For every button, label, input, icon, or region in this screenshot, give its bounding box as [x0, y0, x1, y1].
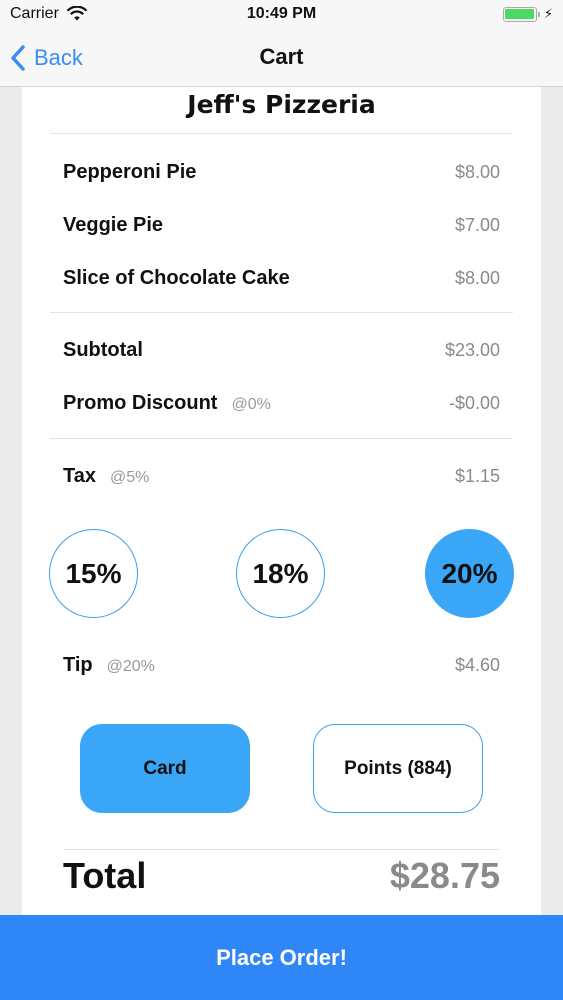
- item-price: $8.00: [454, 161, 500, 182]
- cart-item: Slice of Chocolate Cake $8.00: [63, 263, 500, 293]
- tax-rate: @5%: [109, 468, 150, 486]
- status-bar: Carrier 10:49 PM ⚡: [0, 0, 563, 30]
- tip-option-18[interactable]: 18%: [236, 529, 325, 618]
- total-label: Total: [63, 855, 147, 896]
- cart-item: Pepperoni Pie $8.00: [63, 157, 500, 187]
- divider: [50, 438, 513, 439]
- place-order-button[interactable]: Place Order!: [0, 915, 563, 1000]
- navigation-bar: Back Cart: [0, 30, 563, 87]
- points-payment-button[interactable]: Points (884): [313, 724, 483, 813]
- item-name: Veggie Pie: [63, 213, 164, 236]
- tip-rate: @20%: [106, 657, 155, 675]
- divider: [50, 133, 513, 134]
- total-value: $28.75: [389, 855, 500, 896]
- tax-row: Tax @5% $1.15: [63, 461, 500, 491]
- tip-option-20[interactable]: 20%: [425, 529, 514, 618]
- item-price: $8.00: [454, 267, 500, 288]
- promo-label: Promo Discount: [63, 391, 218, 414]
- subtotal-label: Subtotal: [63, 338, 143, 361]
- subtotal-row: Subtotal $23.00: [63, 335, 500, 365]
- item-price: $7.00: [454, 214, 500, 235]
- restaurant-name: Jeff's Pizzeria: [187, 90, 376, 119]
- promo-rate: @0%: [231, 395, 271, 413]
- tip-value: $4.60: [454, 654, 500, 675]
- status-time: 10:49 PM: [246, 5, 317, 22]
- charging-bolt-icon: ⚡: [543, 6, 553, 21]
- divider: [63, 849, 500, 850]
- subtotal-value: $23.00: [444, 339, 500, 360]
- cart-item: Veggie Pie $7.00: [63, 210, 500, 240]
- item-name: Pepperoni Pie: [63, 160, 197, 183]
- tax-label: Tax: [63, 464, 96, 487]
- tax-value: $1.15: [454, 465, 500, 486]
- tip-row: Tip @20% $4.60: [63, 650, 500, 680]
- promo-row: Promo Discount @0% -$0.00: [63, 388, 500, 418]
- tip-option-15[interactable]: 15%: [49, 529, 138, 618]
- battery-icon: ⚡: [502, 6, 553, 22]
- divider: [50, 312, 513, 313]
- card-payment-button[interactable]: Card: [80, 724, 250, 813]
- item-name: Slice of Chocolate Cake: [63, 266, 290, 289]
- receipt-card: Jeff's Pizzeria Pepperoni Pie $8.00 Vegg…: [22, 87, 541, 917]
- page-title: Cart: [259, 44, 304, 69]
- tip-label: Tip: [63, 653, 93, 676]
- promo-value: -$0.00: [448, 392, 500, 413]
- total-row: Total $28.75: [63, 855, 500, 897]
